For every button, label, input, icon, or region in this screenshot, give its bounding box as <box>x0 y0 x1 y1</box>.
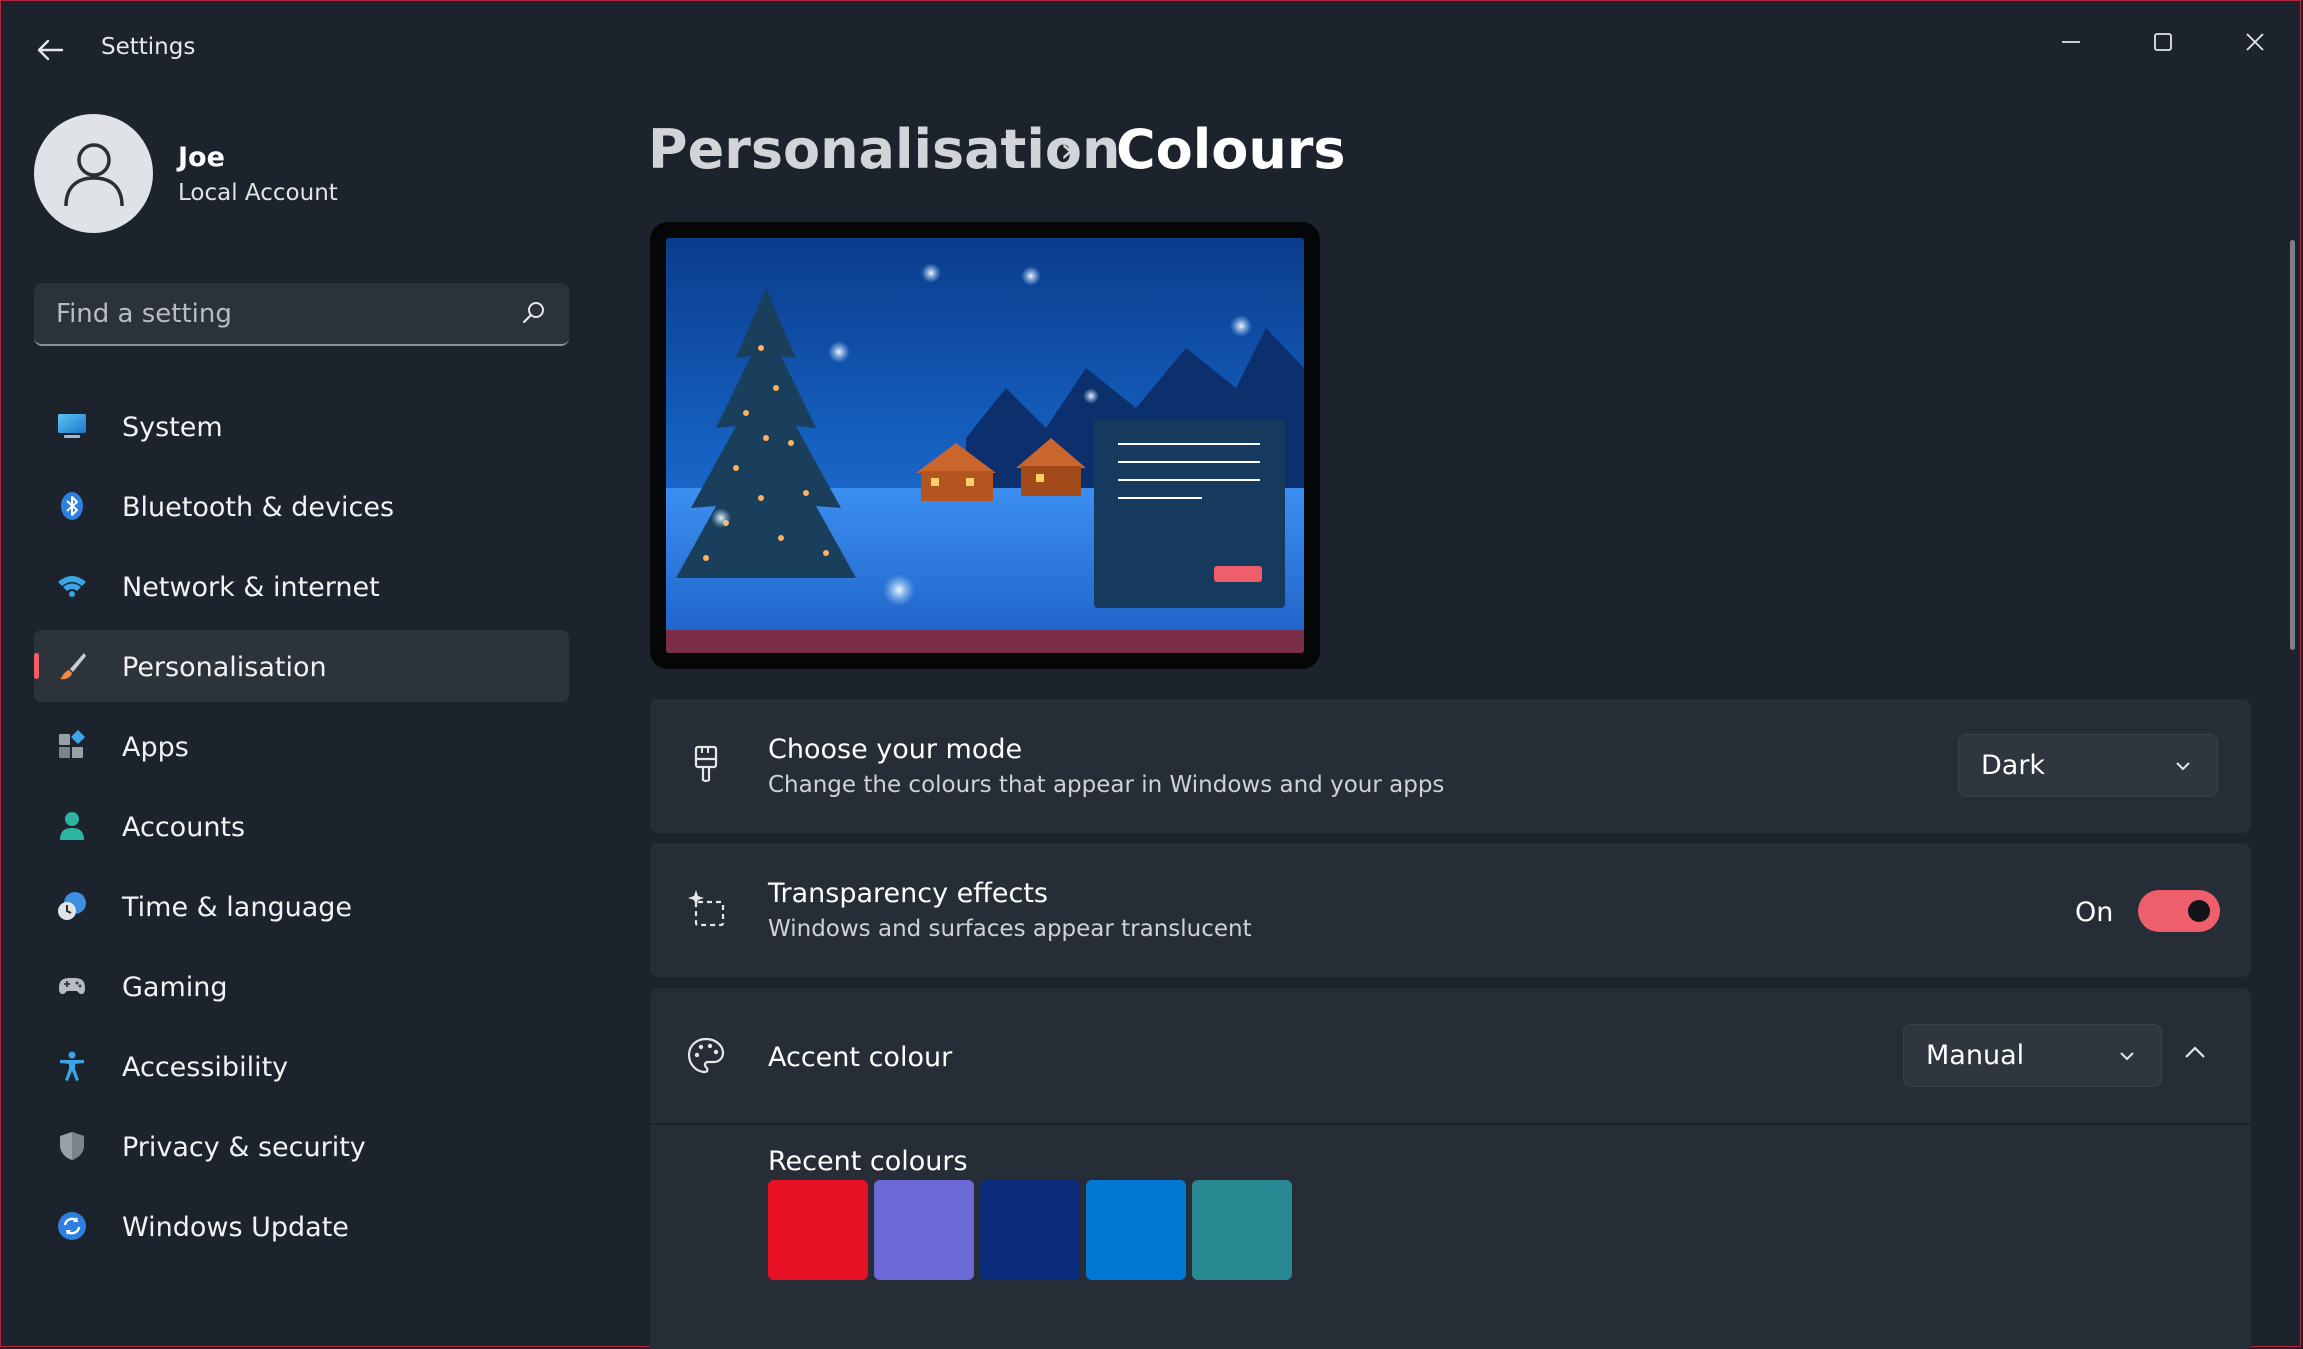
sidebar-item-label: System <box>122 412 223 443</box>
back-arrow-icon <box>37 39 64 61</box>
transparency-subtitle: Windows and surfaces appear translucent <box>768 916 1252 942</box>
sidebar-item-privacy[interactable]: Privacy & security <box>34 1110 569 1182</box>
sidebar-item-label: Network & internet <box>122 572 380 603</box>
sidebar-item-label: Time & language <box>122 892 353 923</box>
accent-dropdown[interactable]: Manual <box>1903 1024 2162 1087</box>
clock-globe-icon <box>58 892 86 920</box>
recent-colour-swatch[interactable] <box>1192 1180 1292 1280</box>
sidebar-nav: System Bluetooth & devices Network & int… <box>34 390 569 1270</box>
recent-colour-swatch[interactable] <box>768 1180 868 1280</box>
breadcrumb-separator: › <box>1060 130 1075 171</box>
maximize-button[interactable] <box>2130 16 2196 68</box>
paintbrush-icon <box>60 653 86 680</box>
accent-divider <box>650 1123 2251 1125</box>
mode-title: Choose your mode <box>768 734 1023 765</box>
sidebar-item-label: Gaming <box>122 972 228 1003</box>
accent-dropdown-value: Manual <box>1926 1040 2025 1071</box>
maximize-icon <box>2154 33 2172 51</box>
minimize-button[interactable] <box>2038 16 2104 68</box>
theme-preview <box>650 222 1320 669</box>
accent-title: Accent colour <box>768 1042 953 1073</box>
sidebar-item-label: Bluetooth & devices <box>122 492 395 523</box>
sidebar-item-bluetooth[interactable]: Bluetooth & devices <box>34 470 569 542</box>
toggle-knob <box>2188 900 2210 922</box>
user-name: Joe <box>178 142 225 173</box>
sync-icon <box>58 1212 86 1240</box>
gamepad-icon <box>59 978 85 995</box>
accessibility-icon <box>60 1051 84 1081</box>
paintbrush-mode-icon <box>694 745 718 783</box>
sidebar-item-personalisation[interactable]: Personalisation <box>34 630 569 702</box>
sidebar-item-accounts[interactable]: Accounts <box>34 790 569 862</box>
bluetooth-icon <box>61 492 83 520</box>
mode-subtitle: Change the colours that appear in Window… <box>768 772 1445 798</box>
transparency-state-label: On <box>2075 897 2114 928</box>
sparkle-icon <box>688 890 725 927</box>
recent-colour-swatch[interactable] <box>874 1180 974 1280</box>
preview-taskbar <box>666 630 1304 653</box>
preview-window <box>1094 419 1285 608</box>
scrollbar[interactable] <box>2290 240 2295 650</box>
chevron-down-icon <box>2176 762 2190 771</box>
recent-colour-swatch[interactable] <box>980 1180 1080 1280</box>
sidebar-item-label: Accounts <box>122 812 246 843</box>
search-icon[interactable] <box>521 300 547 326</box>
person-icon <box>60 812 84 840</box>
chevron-down-icon <box>2120 1052 2134 1061</box>
apps-icon <box>59 730 85 758</box>
sidebar-item-time-language[interactable]: Time & language <box>34 870 569 942</box>
user-icon <box>63 142 124 206</box>
search-input[interactable] <box>54 283 518 345</box>
sidebar-item-label: Personalisation <box>122 652 327 683</box>
sidebar-item-label: Privacy & security <box>122 1132 366 1163</box>
palette-icon <box>687 1037 725 1074</box>
recent-colours-label: Recent colours <box>768 1146 968 1177</box>
sidebar-item-accessibility[interactable]: Accessibility <box>34 1030 569 1102</box>
app-title: Settings <box>101 34 196 60</box>
wallpaper-preview <box>666 238 1304 653</box>
minimize-icon <box>2062 41 2080 43</box>
mode-dropdown[interactable]: Dark <box>1958 734 2218 797</box>
sidebar-item-label: Accessibility <box>122 1052 289 1083</box>
avatar[interactable] <box>34 114 153 233</box>
breadcrumb-parent[interactable]: Personalisation <box>648 118 1120 181</box>
mode-card: Choose your mode Change the colours that… <box>650 699 2251 833</box>
close-button[interactable] <box>2222 16 2288 68</box>
transparency-card: Transparency effects Windows and surface… <box>650 843 2251 977</box>
shield-icon <box>60 1132 84 1160</box>
monitor-icon <box>58 414 86 438</box>
mode-dropdown-value: Dark <box>1981 750 2046 781</box>
sidebar-item-network[interactable]: Network & internet <box>34 550 569 622</box>
accent-card: Accent colour Manual Recent colours <box>650 988 2251 1349</box>
transparency-title: Transparency effects <box>768 878 1048 909</box>
sidebar-item-label: Apps <box>122 732 189 763</box>
close-icon <box>2246 33 2264 51</box>
account-type: Local Account <box>178 180 338 206</box>
chevron-up-icon[interactable] <box>2180 1038 2210 1068</box>
search-box[interactable] <box>34 283 569 346</box>
sidebar-item-system[interactable]: System <box>34 390 569 462</box>
preview-window-content <box>1118 443 1262 582</box>
sidebar-item-windows-update[interactable]: Windows Update <box>34 1190 569 1262</box>
sidebar-item-label: Windows Update <box>122 1212 349 1243</box>
page-title: Colours <box>1116 118 1346 181</box>
transparency-toggle[interactable] <box>2138 890 2220 932</box>
sidebar-item-gaming[interactable]: Gaming <box>34 950 569 1022</box>
recent-colour-swatch[interactable] <box>1086 1180 1186 1280</box>
sidebar-item-apps[interactable]: Apps <box>34 710 569 782</box>
wifi-icon <box>58 576 86 597</box>
back-button[interactable] <box>30 30 70 70</box>
